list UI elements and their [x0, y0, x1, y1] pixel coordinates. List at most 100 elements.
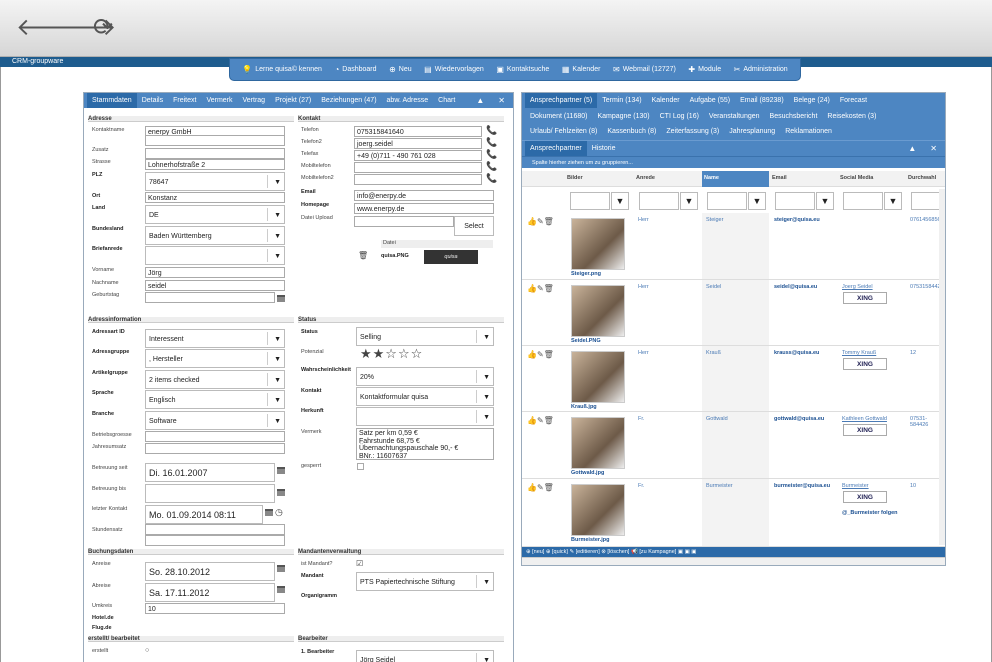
trash-icon[interactable]: 🗑: [358, 251, 368, 260]
herkunft-select[interactable]: ▼: [356, 407, 494, 426]
social-link[interactable]: Kathleen Gottwald: [842, 416, 887, 422]
email-cell[interactable]: burmeister@quisa.eu: [774, 483, 830, 489]
forward-icon[interactable]: 🡒: [52, 14, 116, 40]
phone-icon[interactable]: 📞: [486, 137, 497, 148]
gruppe-select[interactable]: , Hersteller ▼: [145, 349, 285, 368]
umkreis-input[interactable]: 10: [145, 603, 285, 614]
letzter-calendar-icon[interactable]: [265, 509, 273, 516]
xing-badge[interactable]: XING: [843, 424, 887, 436]
zusatz-input[interactable]: [145, 148, 285, 159]
column-header-5[interactable]: Durchwahl: [908, 175, 936, 181]
potenzial-stars[interactable]: ★★☆☆☆: [360, 347, 423, 362]
ort-input[interactable]: Konstanz: [145, 192, 285, 203]
upload-input[interactable]: [354, 216, 454, 227]
social-link[interactable]: Burmeister: [842, 483, 869, 489]
tab-6[interactable]: Beziehungen (47): [316, 93, 381, 108]
kontaktname-input-2[interactable]: [145, 135, 285, 146]
xing-badge[interactable]: XING: [843, 491, 887, 503]
social-link[interactable]: Tommy Krauß: [842, 350, 876, 356]
filter-input-1[interactable]: [639, 192, 679, 210]
row-actions[interactable]: 👍✎🗑: [527, 350, 554, 359]
tab-4[interactable]: Vertrag: [238, 93, 271, 108]
filter-icon[interactable]: ▼: [748, 192, 766, 210]
right-tab-0-3[interactable]: Aufgabe (55): [685, 97, 735, 104]
right-tab-0-4[interactable]: Email (89238): [735, 97, 789, 104]
wahrscheinlichkeit-select[interactable]: 20% ▼: [356, 367, 494, 386]
abreise-calendar-icon[interactable]: [277, 586, 285, 593]
subtab-0[interactable]: Ansprechpartner: [525, 141, 587, 156]
collapse-icon[interactable]: ▲: [476, 96, 484, 105]
letzter-kontakt-input[interactable]: Mo. 01.09.2014 08:11: [145, 505, 263, 524]
filter-icon[interactable]: ▼: [884, 192, 902, 210]
phone-icon[interactable]: 📞: [486, 125, 497, 136]
geburtstag-input[interactable]: [145, 292, 275, 303]
column-header-0[interactable]: Bilder: [567, 175, 583, 181]
strasse-input[interactable]: Lohnerhofstraße 2: [145, 159, 285, 170]
abreise-input[interactable]: Sa. 17.11.2012: [145, 583, 275, 602]
vorname-input[interactable]: Jörg: [145, 267, 285, 278]
anreise-calendar-icon[interactable]: [277, 565, 285, 572]
right-tab-2-4[interactable]: Reklamationen: [780, 128, 837, 135]
briefanrede-select[interactable]: ▼: [145, 246, 285, 265]
right-tab-2-3[interactable]: Jahresplanung: [724, 128, 780, 135]
right-tab-1-3[interactable]: Veranstaltungen: [704, 113, 765, 120]
stundensatz-input-2[interactable]: [145, 535, 285, 546]
photo-filename[interactable]: Gottwald.jpg: [571, 470, 604, 476]
email-cell[interactable]: krauss@quisa.eu: [774, 350, 819, 356]
sprache-select[interactable]: Englisch ▼: [145, 390, 285, 409]
right-tab-1-1[interactable]: Kampagne (130): [592, 113, 654, 120]
telefon-input[interactable]: 075315841640: [354, 126, 482, 137]
photo-filename[interactable]: Steiger.png: [571, 271, 601, 277]
telefax-input[interactable]: +49 (0)711 - 490 761 028: [354, 150, 482, 161]
durchwahl-cell[interactable]: 12: [910, 350, 916, 356]
column-header-3[interactable]: Email: [772, 175, 787, 181]
right-tab-0-6[interactable]: Forecast: [835, 97, 872, 104]
group-by-bar[interactable]: Spalte hierher ziehen um zu gruppieren..…: [522, 156, 945, 168]
kontakt-select[interactable]: Kontaktformular quisa ▼: [356, 387, 494, 406]
right-tab-2-2[interactable]: Zeiterfassung (3): [661, 128, 724, 135]
gesperrt-checkbox[interactable]: [357, 463, 364, 470]
betriebsgroesse-input[interactable]: [145, 431, 285, 442]
reload-icon[interactable]: ⟳: [90, 14, 116, 40]
horizontal-scrollbar[interactable]: [522, 557, 945, 565]
right-tab-2-0[interactable]: Urlaub/ Fehlzeiten (8): [525, 128, 602, 135]
column-header-4[interactable]: Social Media: [840, 175, 873, 181]
filter-input-3[interactable]: [775, 192, 815, 210]
filter-icon[interactable]: ▼: [680, 192, 698, 210]
email-input[interactable]: info@enerpy.de: [354, 190, 494, 201]
clock-icon[interactable]: ◷: [275, 507, 283, 518]
tab-8[interactable]: Chart: [433, 93, 460, 108]
seit-calendar-icon[interactable]: [277, 467, 285, 474]
row-actions[interactable]: 👍✎🗑: [527, 416, 554, 425]
vermerk-textarea[interactable]: Satz per km 0,59 € Fahrstunde 68,75 € Über…: [356, 428, 494, 460]
follow-link[interactable]: @_Burmeister folgen: [842, 510, 898, 516]
tab-0[interactable]: Stammdaten: [87, 93, 137, 108]
phone-icon[interactable]: 📞: [486, 149, 497, 160]
photo-filename[interactable]: Krauß.jpg: [571, 404, 597, 410]
plz-select[interactable]: 78647 ▼: [145, 172, 285, 191]
homepage-input[interactable]: www.enerpy.de: [354, 203, 494, 214]
row-actions[interactable]: 👍✎🗑: [527, 217, 554, 226]
close-icon[interactable]: ✕: [930, 144, 937, 153]
photo-filename[interactable]: Seidel.PNG: [571, 338, 601, 344]
right-tab-0-2[interactable]: Kalender: [647, 97, 685, 104]
column-header-1[interactable]: Anrede: [636, 175, 655, 181]
row-actions[interactable]: 👍✎🗑: [527, 284, 554, 293]
xing-badge[interactable]: XING: [843, 292, 887, 304]
email-cell[interactable]: seidel@quisa.eu: [774, 284, 817, 290]
geburtstag-calendar-icon[interactable]: [277, 295, 285, 302]
vertical-scrollbar[interactable]: [939, 189, 945, 545]
stundensatz-input[interactable]: [145, 524, 285, 535]
adressart-select[interactable]: Interessent ▼: [145, 329, 285, 348]
land-select[interactable]: DE ▼: [145, 205, 285, 224]
bis-calendar-icon[interactable]: [277, 489, 285, 496]
bundesland-select[interactable]: Baden Württemberg ▼: [145, 226, 285, 245]
right-tab-1-4[interactable]: Besuchsbericht: [765, 113, 823, 120]
phone-icon[interactable]: 📞: [486, 161, 497, 172]
tab-3[interactable]: Vermerk: [201, 93, 237, 108]
tab-1[interactable]: Details: [137, 93, 168, 108]
bearbeiter-select[interactable]: Jörg Seidel ▼: [356, 650, 494, 662]
social-link[interactable]: Joerg Seidel: [842, 284, 873, 290]
jahresumsatz-input[interactable]: [145, 443, 285, 454]
back-icon[interactable]: 🡐: [16, 14, 80, 40]
